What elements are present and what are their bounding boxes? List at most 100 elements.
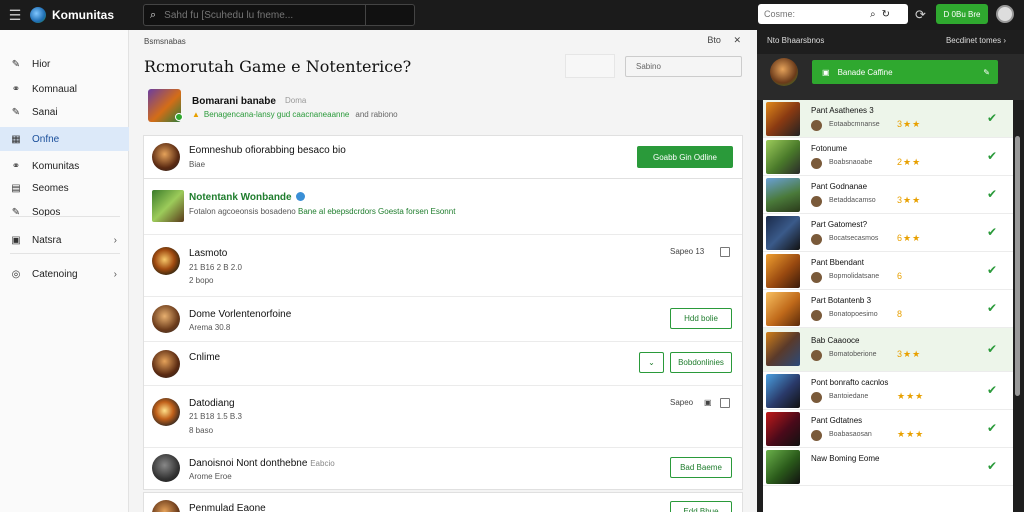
rating-stars: 8 xyxy=(897,309,904,319)
close-icon[interactable]: ✕ xyxy=(733,35,741,45)
sidebar-item-2[interactable]: ✎ Sanai xyxy=(0,100,129,124)
sidebar-item-3[interactable]: ▦ Onfne xyxy=(0,127,129,151)
scrollbar[interactable] xyxy=(1015,136,1020,396)
game-thumbnail[interactable] xyxy=(148,89,183,122)
community-icon: ⚭ xyxy=(11,83,21,95)
check-icon[interactable]: ✔ xyxy=(987,111,997,125)
list-item-title: Part Gatomest? xyxy=(811,220,868,229)
check-icon[interactable]: ✔ xyxy=(987,263,997,277)
list-item-meta: Boabasaosan xyxy=(829,431,872,438)
right-search-box[interactable]: ⌕ ↻ xyxy=(758,4,908,24)
avatar[interactable] xyxy=(152,305,180,333)
verified-icon xyxy=(295,192,305,201)
avatar xyxy=(811,158,822,169)
check-icon[interactable]: ✔ xyxy=(987,149,997,163)
list-item[interactable]: Pant Gdtatnes Boabasaosan ★★★ ✔ xyxy=(763,410,1013,448)
sidebar-item-4[interactable]: ⚭ Komunitas xyxy=(0,154,129,178)
globe-icon: ◎ xyxy=(11,268,21,280)
breadcrumb[interactable]: Bsmsnabas xyxy=(144,37,186,46)
header-blank-field[interactable] xyxy=(565,54,615,78)
right-search-input[interactable] xyxy=(764,9,864,19)
hamburger-menu-icon[interactable]: ☰ xyxy=(0,0,30,30)
row-title: Danoisnoi Nont donthebne Eabcio xyxy=(189,458,335,469)
list-item[interactable]: Part Gatomest? Bocatsecasmos 6★★ ✔ xyxy=(763,214,1013,252)
chevron-down-icon[interactable]: ⌄ xyxy=(639,352,664,373)
online-button[interactable]: Bobdonlinies xyxy=(670,352,732,373)
row-title: Datodiang xyxy=(189,398,235,409)
list-item[interactable]: Bab Caaooce Bomatoberione 3★★ ✔ xyxy=(763,328,1013,372)
sidebar-item-7[interactable]: ▣ Natsra › xyxy=(0,228,129,252)
list-item[interactable]: Pant Godnanae Betaddacamso 3★★ ✔ xyxy=(763,176,1013,214)
list-item[interactable]: Lasmoto 21 B16 2 B 2.0 2 bopo Sapeo 13 xyxy=(144,235,742,297)
avatar[interactable] xyxy=(152,190,184,222)
list-item[interactable]: Dome Vorlentenorfoine Arema 30.8 Hdd bol… xyxy=(144,297,742,342)
game-thumbnail xyxy=(766,374,800,408)
sidebar-item-1[interactable]: ⚭ Komnaual xyxy=(0,77,129,101)
add-button[interactable]: Bad Baeme xyxy=(670,457,732,478)
check-icon[interactable]: ✔ xyxy=(987,459,997,473)
play-icon: ▣ xyxy=(822,67,830,77)
row-title: Lasmoto xyxy=(189,248,228,259)
search-input[interactable] xyxy=(164,9,365,21)
search-icon[interactable]: ⌕ xyxy=(870,9,876,20)
check-icon[interactable]: ✔ xyxy=(987,383,997,397)
check-icon[interactable]: ✔ xyxy=(987,225,997,239)
row-sub: Arema 30.8 xyxy=(189,323,231,332)
pencil-icon: ✎ xyxy=(11,58,21,70)
join-online-button[interactable]: Goabb Gin Odline xyxy=(637,146,733,168)
check-icon[interactable]: ✔ xyxy=(987,187,997,201)
search-box[interactable]: ⌕ xyxy=(143,4,415,26)
check-icon[interactable]: ✔ xyxy=(987,342,997,356)
check-icon[interactable]: ✔ xyxy=(987,421,997,435)
list-item[interactable]: Pant Asathenes 3 Eotaabcmnanse 3★★ ✔ xyxy=(763,100,1013,138)
list-item[interactable]: Notentank Wonbande Fotalon agcoeonsis bo… xyxy=(144,179,742,235)
list-item[interactable]: Part Botantenb 3 Bonatopoesimo 8 ✔ xyxy=(763,290,1013,328)
avatar[interactable] xyxy=(152,500,180,512)
list-item[interactable]: Danoisnoi Nont donthebne Eabcio Arome Er… xyxy=(144,448,742,490)
hero-action-button[interactable]: ▣ Banade Caffine ✎ xyxy=(812,60,998,84)
list-item[interactable]: Datodiang 21 B18 1.5 B.3 8 baso Sapeo ▣ xyxy=(144,386,742,448)
edit-icon: ✎ xyxy=(983,67,990,77)
avatar[interactable] xyxy=(770,58,798,86)
row-sub: Fotalon agcoeonsis bosadeno Bane al ebep… xyxy=(189,207,455,216)
game-list: Pant Asathenes 3 Eotaabcmnanse 3★★ ✔ Fot… xyxy=(763,100,1013,512)
sidebar-item-0[interactable]: ✎ Hior xyxy=(0,52,129,76)
add-button[interactable]: Hdd bolie xyxy=(670,308,732,329)
list-item[interactable]: Pant Bbendant Bopmolidatsane 6 ✔ xyxy=(763,252,1013,290)
box-icon: ▣ xyxy=(11,234,21,246)
top-action-button[interactable]: D 0Bu Bre xyxy=(936,4,988,24)
avatar[interactable] xyxy=(152,247,180,275)
refresh-icon[interactable]: ↻ xyxy=(882,9,890,20)
header-button[interactable]: Sabino xyxy=(625,56,742,77)
sidebar-item-6[interactable]: ✎ Sopos xyxy=(0,200,129,224)
warning-text[interactable]: Benagencana-lansy gud caacnaneaanne xyxy=(204,110,349,119)
list-item[interactable]: Pont bonrafto cacnlos Bantoiedane ★★★ ✔ xyxy=(763,372,1013,410)
sidebar-item-8[interactable]: ◎ Catenoing › xyxy=(0,262,129,286)
sidebar-item-label: Komunitas xyxy=(32,160,80,172)
list-item[interactable]: Naw Boming Eome ✔ xyxy=(763,448,1013,486)
list-item-title: Pant Bbendant xyxy=(811,258,864,267)
page-title: Rcmorutah Game e Notenterice? xyxy=(144,57,412,76)
check-icon[interactable]: ✔ xyxy=(987,301,997,315)
crumb-action-link[interactable]: Bto xyxy=(707,35,721,45)
avatar[interactable] xyxy=(152,143,180,171)
right-panel: Nto Bhaarsbnos Becdinet tomes › ▣ Banade… xyxy=(757,30,1024,512)
list-item[interactable]: Fotonume Boabsnaoabe 2★★ ✔ xyxy=(763,138,1013,176)
row-checkbox[interactable] xyxy=(720,398,730,408)
row-checkbox[interactable] xyxy=(720,247,730,257)
user-avatar[interactable] xyxy=(996,5,1014,23)
list-item[interactable]: Cnlime ⌄ Bobdonlinies xyxy=(144,342,742,386)
panel-header-link[interactable]: Becdinet tomes › xyxy=(946,36,1006,45)
avatar xyxy=(811,392,822,403)
sync-icon[interactable]: ⟳ xyxy=(915,7,926,23)
list-icon[interactable]: ▣ xyxy=(704,398,712,407)
avatar[interactable] xyxy=(152,350,180,378)
row-link[interactable]: Bane al ebepsdcrdors Goesta forsen Esonn… xyxy=(298,207,455,216)
game-thumbnail xyxy=(766,292,800,326)
sidebar-item-5[interactable]: ▤ Seomes xyxy=(0,176,129,200)
add-button[interactable]: Edd Bhue xyxy=(670,501,732,512)
rating-stars: 6★★ xyxy=(897,233,922,243)
avatar[interactable] xyxy=(152,454,180,482)
list-item-title: Bab Caaooce xyxy=(811,336,860,345)
avatar[interactable] xyxy=(152,398,180,426)
